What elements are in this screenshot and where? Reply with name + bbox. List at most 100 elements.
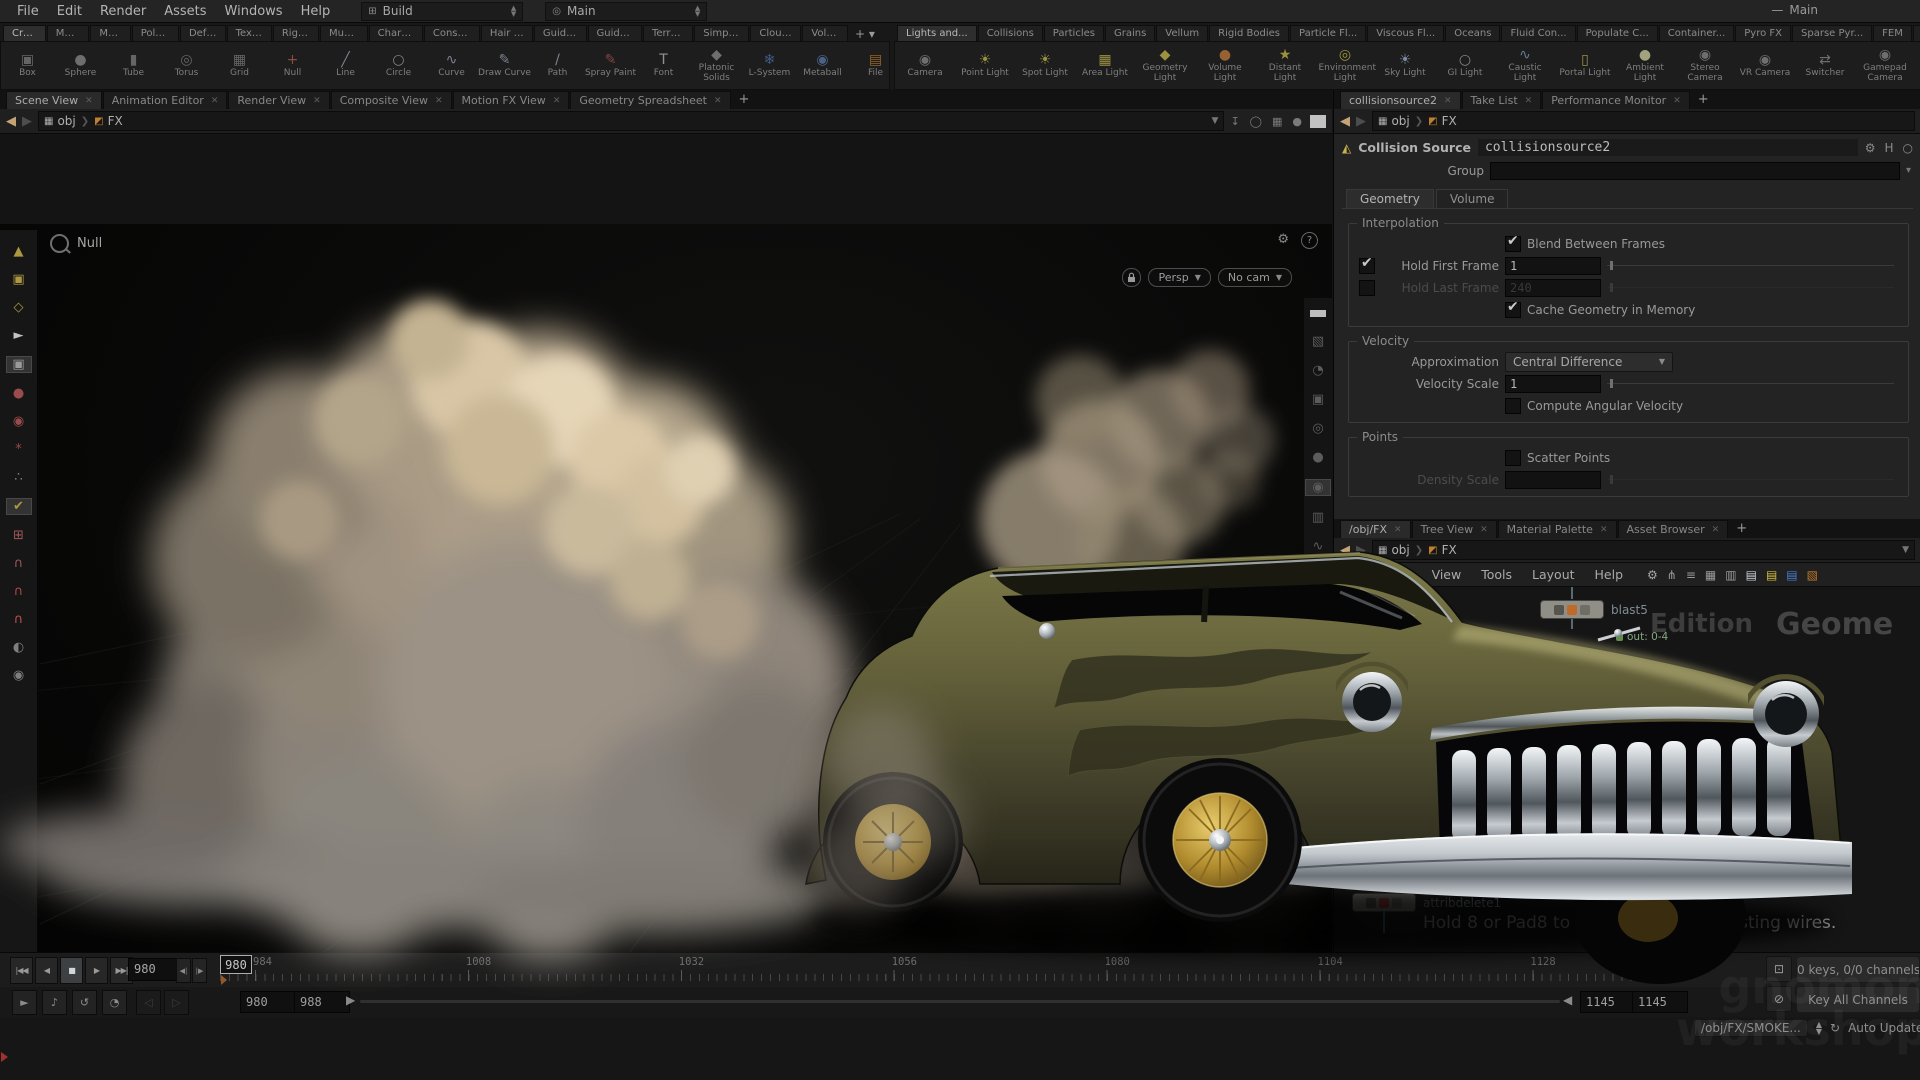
shelf-tab[interactable]: Container...: [1659, 25, 1735, 41]
pane-tab[interactable]: /obj/FX ✕: [1340, 520, 1411, 538]
toolbar-icon[interactable]: ∩: [7, 584, 31, 599]
network-toolbar-icon[interactable]: ≡: [1686, 568, 1696, 582]
path-dropdown-icon[interactable]: ▼: [1902, 545, 1909, 555]
shelf-tab[interactable]: Particles: [1044, 25, 1104, 41]
hold-last-frame-input[interactable]: 240: [1505, 279, 1601, 297]
param-header-icon[interactable]: ○: [1903, 141, 1913, 155]
close-tab-icon[interactable]: ✕: [435, 96, 443, 106]
shelf-tab[interactable]: Polygon: [132, 25, 179, 41]
shelf-tool-button[interactable]: ◆ Geometry Light: [1135, 48, 1195, 83]
group-input[interactable]: [1490, 162, 1900, 180]
shelf-tool-button[interactable]: ☀ Spot Light: [1015, 48, 1075, 83]
transport-button[interactable]: ■: [60, 957, 83, 984]
pathbar-icon[interactable]: ●: [1292, 115, 1302, 128]
toolbar-icon[interactable]: ◐: [7, 640, 31, 655]
desktop-selector[interactable]: — Main: [1771, 3, 1818, 17]
menu-item[interactable]: Help: [292, 4, 340, 19]
viewport-toolbar-icon[interactable]: ▧: [1306, 334, 1330, 349]
viewport-toolbar-icon[interactable]: ∿: [1306, 539, 1330, 554]
breadcrumb-fx[interactable]: ◩ FX: [1428, 114, 1457, 128]
shelf-tab[interactable]: Guide B...: [588, 25, 642, 41]
frame-step-button[interactable]: |▶: [192, 958, 207, 983]
path-field[interactable]: ▦ obj ❯ ◩ FX ▼: [1372, 540, 1915, 560]
toolbar-icon[interactable]: ▣: [7, 272, 31, 287]
shelf-tab[interactable]: Populate C...: [1577, 25, 1658, 41]
toolbar-icon[interactable]: ∴: [7, 470, 31, 485]
pane-tab[interactable]: Composite View ✕: [331, 91, 452, 109]
shelf-tool-button[interactable]: ▮ Tube: [107, 48, 160, 83]
shelf-tab[interactable]: Lights and...: [897, 25, 977, 41]
shelf-tab[interactable]: Rigging: [273, 25, 319, 41]
shelf-tool-button[interactable]: ◉ VR Camera: [1735, 48, 1795, 83]
toolbar-icon[interactable]: ▣: [6, 356, 32, 373]
shelf-tool-button[interactable]: T Font: [637, 48, 690, 83]
shelf-tab[interactable]: Deform: [180, 25, 226, 41]
network-canvas[interactable]: Edition Geome st3 blast5 out: 0-4 ert3: [1334, 587, 1920, 953]
back-arrow-icon[interactable]: ◀: [1340, 543, 1350, 558]
pane-tab[interactable]: Animation Editor ✕: [103, 91, 228, 109]
network-menu-item[interactable]: Go: [1384, 567, 1421, 582]
toolbar-icon[interactable]: ●: [7, 386, 31, 401]
menu-item[interactable]: Assets: [155, 4, 215, 19]
network-menu-item[interactable]: Tools: [1471, 567, 1522, 582]
shelf-tool-button[interactable]: ◉ Stereo Camera: [1675, 48, 1735, 83]
shelf-tab[interactable]: Texture: [227, 25, 272, 41]
toolbar-icon[interactable]: ◉: [7, 414, 31, 429]
toolbar-icon[interactable]: ◇: [7, 300, 31, 315]
shelf-tab[interactable]: Create: [3, 25, 46, 41]
playbar-option-button[interactable]: ►: [12, 990, 37, 1015]
range-handle-right[interactable]: ◀: [1563, 993, 1572, 1007]
viewport-toolbar-icon[interactable]: ▣: [1306, 392, 1330, 407]
node-name-field[interactable]: collisionsource2: [1478, 139, 1858, 156]
shelf-tool-button[interactable]: ✎ Draw Curve: [478, 48, 531, 83]
cook-context-dropdown[interactable]: /obj/FX/SMOKE...: [1694, 1019, 1808, 1037]
folder-tab[interactable]: Volume: [1436, 189, 1509, 208]
close-tab-icon[interactable]: ✕: [1712, 525, 1720, 535]
network-toolbar-icon[interactable]: ▤: [1766, 568, 1777, 582]
add-pane-tab-button[interactable]: +: [732, 92, 757, 107]
breadcrumb-fx[interactable]: ◩ FX: [94, 114, 123, 128]
shelf-tool-button[interactable]: ⇄ Switcher: [1795, 48, 1855, 83]
pane-tab[interactable]: Tree View ✕: [1412, 520, 1497, 538]
transport-button[interactable]: ▶: [85, 957, 108, 984]
shelf-tool-button[interactable]: ◉ Camera: [895, 48, 955, 83]
shelf-tool-button[interactable]: ● Ambient Light: [1615, 48, 1675, 83]
viewport-toolbar-icon[interactable]: ◌: [1306, 597, 1330, 612]
path-field[interactable]: ▦ obj ❯ ◩ FX ▼: [38, 111, 1224, 131]
shelf-tab[interactable]: Muscles: [320, 25, 368, 41]
transport-button[interactable]: ◀: [35, 957, 58, 984]
viewport-toolbar-icon[interactable]: ●: [1306, 450, 1330, 465]
shelf-tab[interactable]: Cloud FX: [750, 25, 801, 41]
shelf-tool-button[interactable]: ○ GI Light: [1435, 48, 1495, 83]
toolbar-icon[interactable]: ∩: [7, 556, 31, 571]
shelf-tool-button[interactable]: ● Sphere: [54, 48, 107, 83]
shelf-tab[interactable]: Constrai...: [424, 25, 480, 41]
param-header-icon[interactable]: H: [1884, 141, 1893, 155]
node-flag-right[interactable]: [1580, 605, 1590, 615]
shelf-tab[interactable]: Particle Fl...: [1290, 25, 1366, 41]
playbar-option-button[interactable]: ◔: [102, 990, 127, 1015]
network-toolbar-icon[interactable]: ⚙: [1647, 568, 1658, 582]
menu-item[interactable]: Windows: [216, 4, 292, 19]
shelf-tab[interactable]: Simple FX: [694, 25, 749, 41]
transport-button[interactable]: |◀◀: [10, 957, 33, 984]
key-all-channels-button[interactable]: Key All Channels: [1796, 986, 1920, 1013]
shelf-tool-button[interactable]: ◎ Environment Light: [1315, 48, 1375, 83]
playback-end-field[interactable]: 1145: [1580, 991, 1636, 1013]
add-shelf-tab-button[interactable]: + ▾: [849, 27, 881, 41]
toolbar-icon[interactable]: ▲: [7, 244, 31, 259]
pane-tab[interactable]: Render View ✕: [228, 91, 329, 109]
shelf-tab[interactable]: Charact...: [369, 25, 423, 41]
close-tab-icon[interactable]: ✕: [714, 96, 722, 106]
node-attribdelete1[interactable]: attribdelete1: [1352, 893, 1501, 912]
range-end-field[interactable]: 1145: [1632, 991, 1688, 1013]
menu-item[interactable]: Render: [91, 4, 155, 19]
network-toolbar-icon[interactable]: ▦: [1705, 568, 1716, 582]
network-toolbar-icon[interactable]: ⋔: [1667, 568, 1677, 582]
node-flag-left[interactable]: [1366, 898, 1376, 908]
velocity-scale-input[interactable]: 1: [1505, 375, 1601, 393]
shelf-tab[interactable]: Sparse Pyr...: [1792, 25, 1872, 41]
close-tab-icon[interactable]: ✕: [313, 96, 321, 106]
node-label-ert3[interactable]: ert3: [1637, 663, 1662, 677]
shelf-tool-button[interactable]: ▦ Area Light: [1075, 48, 1135, 83]
